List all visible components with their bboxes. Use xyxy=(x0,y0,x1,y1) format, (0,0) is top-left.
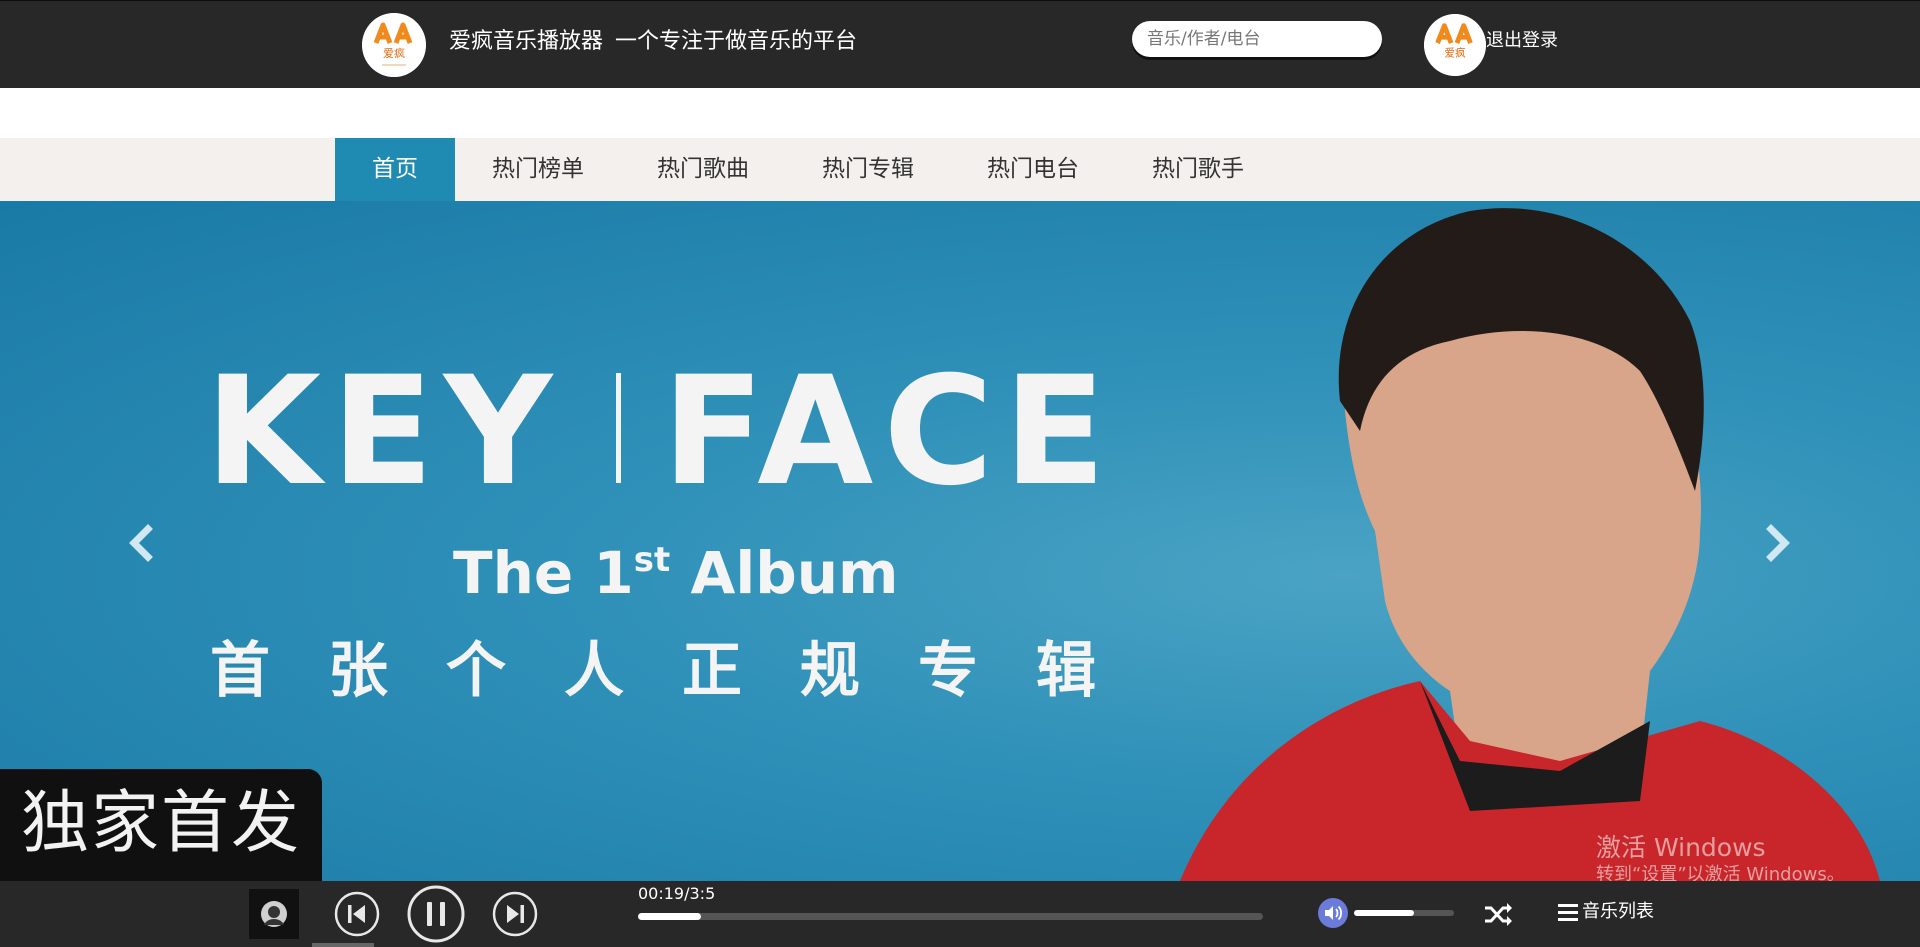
nav-item-home[interactable]: 首页 xyxy=(335,138,455,201)
banner-album-line: The 1st Album xyxy=(453,539,898,607)
nav-item-hot-albums[interactable]: 热门专辑 xyxy=(822,138,914,201)
play-pause-button[interactable] xyxy=(407,885,465,947)
shuffle-button[interactable] xyxy=(1482,899,1514,929)
windows-activation-watermark: 激活 Windows 转到“设置”以激活 Windows。 xyxy=(1596,835,1845,884)
playlist-label: 音乐列表 xyxy=(1582,901,1654,922)
progress-fill xyxy=(638,913,701,920)
volume-button[interactable] xyxy=(1318,898,1348,928)
watermark-line1: 激活 Windows xyxy=(1596,833,1766,862)
previous-track-button[interactable] xyxy=(334,891,380,941)
exclusive-badge: 独家首发 xyxy=(0,769,322,881)
music-player-bar: 00:19/3:5 音乐列表 xyxy=(0,881,1920,947)
volume-fill xyxy=(1354,910,1414,916)
nav-item-hot-radio[interactable]: 热门电台 xyxy=(987,138,1079,201)
album-cover-thumbnail[interactable] xyxy=(249,889,299,939)
chevron-left-icon xyxy=(129,524,153,562)
list-icon xyxy=(1558,904,1578,921)
logout-link[interactable]: 退出登录 xyxy=(1486,29,1558,53)
progress-bar[interactable] xyxy=(638,913,1263,920)
scroll-indicator xyxy=(312,943,374,947)
playlist-button[interactable]: 音乐列表 xyxy=(1556,897,1654,927)
volume-slider[interactable] xyxy=(1354,910,1454,916)
skip-previous-icon xyxy=(334,891,380,937)
main-nav: 首页 热门榜单 热门歌曲 热门专辑 热门电台 热门歌手 xyxy=(0,138,1920,201)
search-input[interactable] xyxy=(1132,21,1382,57)
site-slogan: 一个专注于做音乐的平台 xyxy=(615,29,858,54)
skip-next-icon xyxy=(492,891,538,937)
volume-icon xyxy=(1318,898,1348,928)
site-title: 爱疯音乐播放器 一个专注于做音乐的平台 xyxy=(449,25,857,59)
chevron-right-icon xyxy=(1766,524,1790,562)
carousel-next-button[interactable] xyxy=(1753,519,1801,567)
banner-headline-right: FACE xyxy=(662,345,1116,519)
site-logo[interactable]: 爱疯 xyxy=(362,13,426,77)
svg-text:爱疯: 爱疯 xyxy=(383,46,405,60)
headline-divider xyxy=(616,373,621,483)
svg-text:爱疯: 爱疯 xyxy=(1444,47,1466,60)
site-name: 爱疯音乐播放器 xyxy=(449,29,604,54)
banner-carousel[interactable]: KEY FACE The 1st Album 首张个人正规专辑 独家首发 xyxy=(0,201,1920,881)
nav-item-hot-songs[interactable]: 热门歌曲 xyxy=(657,138,749,201)
top-header: 爱疯 爱疯音乐播放器一个专注于做音乐的平台 爱疯 退出登录 xyxy=(0,0,1920,88)
banner-subtitle: 首张个人正规专辑 xyxy=(210,636,1154,706)
next-track-button[interactable] xyxy=(492,891,538,941)
carousel-prev-button[interactable] xyxy=(118,519,166,567)
shuffle-icon xyxy=(1485,903,1512,926)
banner-headline-left: KEY xyxy=(205,345,562,519)
nav-item-hot-charts[interactable]: 热门榜单 xyxy=(492,138,584,201)
nav-item-hot-singers[interactable]: 热门歌手 xyxy=(1152,138,1244,201)
user-avatar[interactable]: 爱疯 xyxy=(1424,14,1486,76)
pause-icon xyxy=(407,885,465,943)
playback-time: 00:19/3:5 xyxy=(638,884,716,903)
